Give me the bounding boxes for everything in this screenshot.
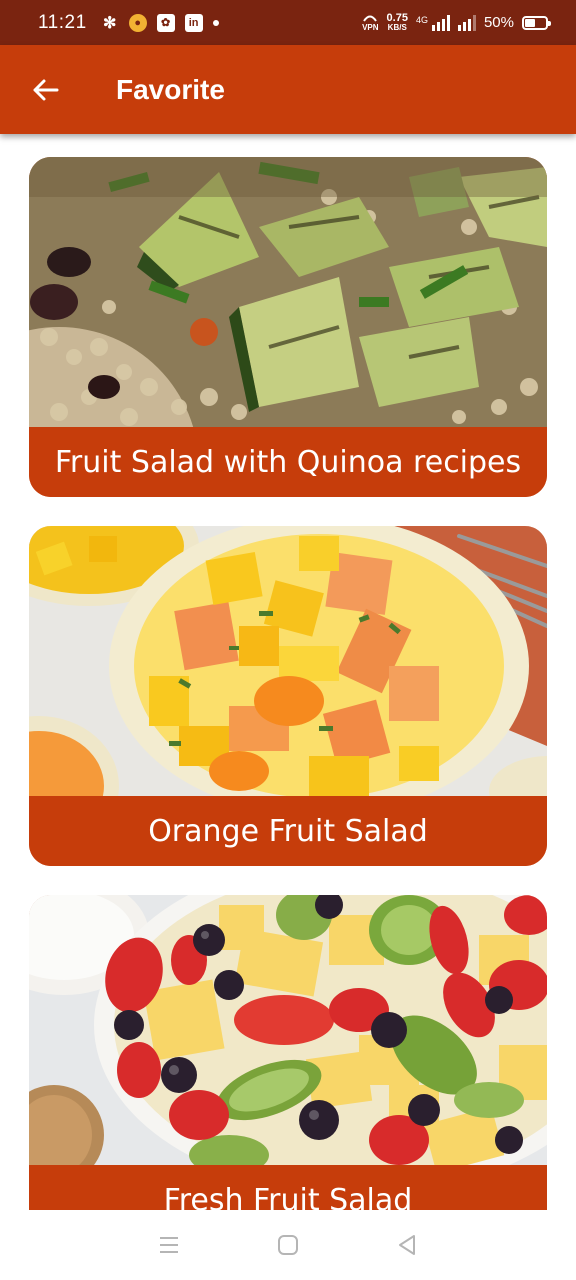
recent-apps-icon <box>160 1237 179 1253</box>
recent-apps-button[interactable] <box>149 1225 189 1265</box>
status-time: 11:21 <box>38 11 87 33</box>
status-system-icons: VPN 0.75 KB/S 4G 50% <box>362 11 551 33</box>
favorite-card[interactable]: Orange Fruit Salad <box>29 526 547 866</box>
network-type: 4G <box>415 14 428 25</box>
bee-icon: ✻ <box>102 14 117 32</box>
orange-fruit-salad-photo <box>29 526 547 796</box>
favorite-title: Fresh Fruit Salad <box>29 1165 547 1210</box>
system-navigation-bar <box>0 1210 576 1280</box>
vpn-icon <box>363 15 378 22</box>
arrow-left-icon <box>33 79 59 100</box>
back-button[interactable] <box>15 60 75 120</box>
status-bar: 11:21 ✻ ● ✿ in VPN 0.75 KB/S 4G 50% <box>0 0 576 45</box>
page-title: Favorite <box>116 73 225 105</box>
signal-2-icon <box>457 14 476 31</box>
flower-app-icon: ✿ <box>156 13 175 32</box>
quinoa-zucchini-salad-photo <box>29 157 547 427</box>
fresh-fruit-salad-photo <box>29 895 547 1165</box>
system-back-button[interactable] <box>387 1225 427 1265</box>
home-icon <box>277 1235 298 1255</box>
favorite-card[interactable]: Fresh Fruit Salad <box>29 895 547 1210</box>
battery-icon <box>522 15 551 30</box>
signal-icon <box>431 14 450 31</box>
favorite-card[interactable]: Fruit Salad with Quinoa recipes <box>29 157 547 497</box>
notification-dot-icon <box>212 19 219 26</box>
battery-percent: 50% <box>483 14 514 31</box>
favorite-title: Fruit Salad with Quinoa recipes <box>29 427 547 497</box>
network-speed: 0.75 KB/S <box>386 11 408 32</box>
favorites-list[interactable]: Fruit Salad with Quinoa recipes Orange F… <box>0 134 576 1210</box>
favorite-title: Orange Fruit Salad <box>29 796 547 866</box>
vpn-indicator: VPN <box>362 14 379 32</box>
back-triangle-icon <box>398 1235 415 1255</box>
status-notification-icons: ✻ ● ✿ in <box>101 13 219 32</box>
home-button[interactable] <box>268 1225 308 1265</box>
coin-icon: ● <box>128 13 147 32</box>
app-bar: Favorite <box>0 45 576 134</box>
linkedin-icon: in <box>184 13 203 32</box>
